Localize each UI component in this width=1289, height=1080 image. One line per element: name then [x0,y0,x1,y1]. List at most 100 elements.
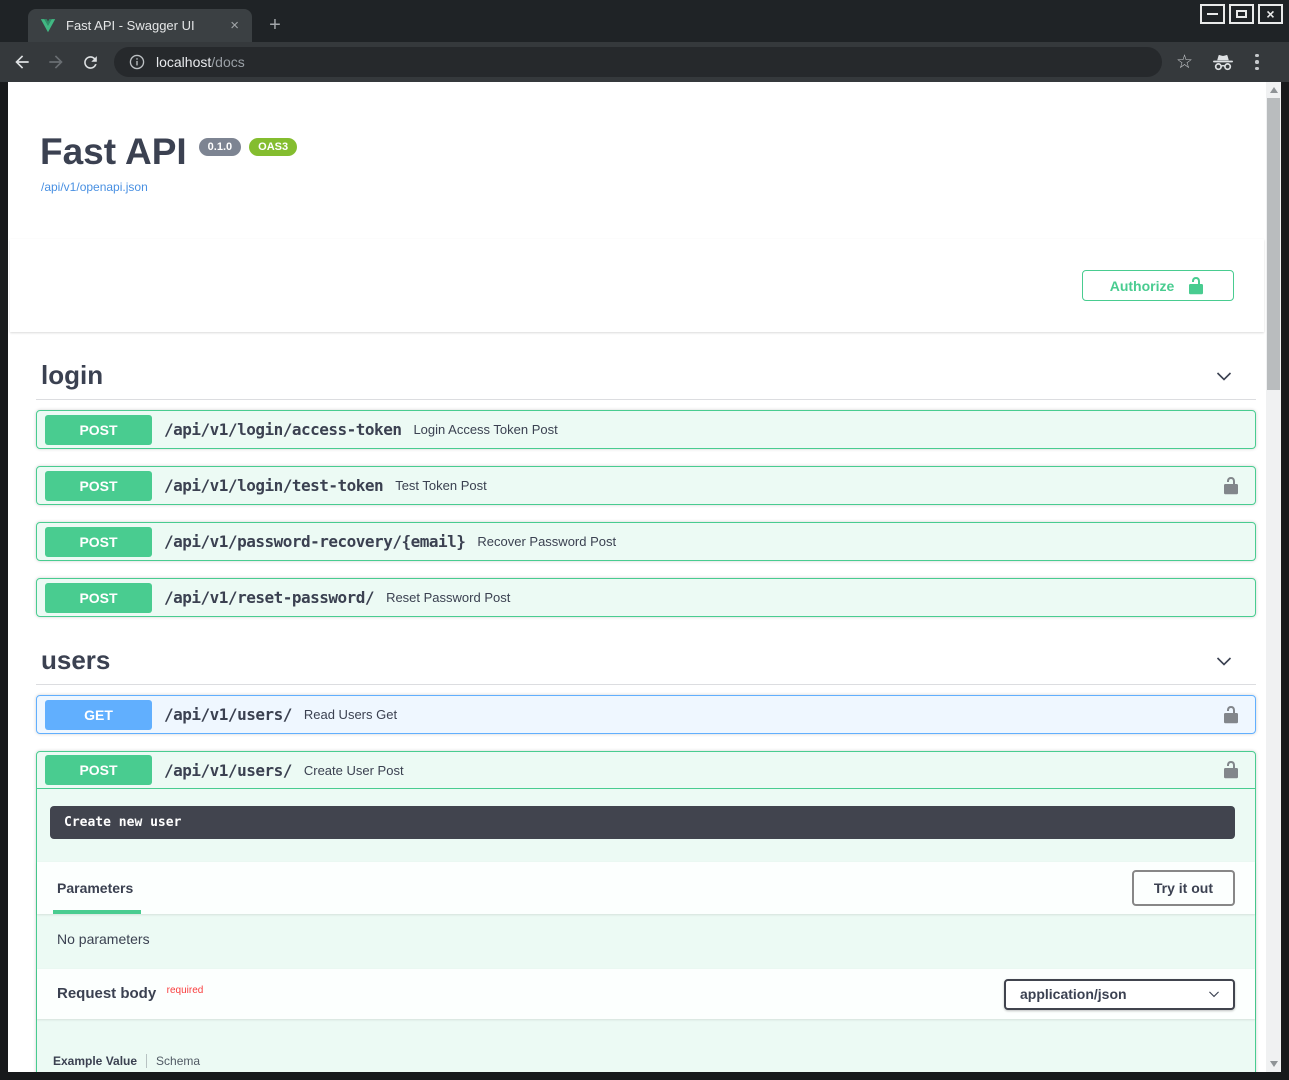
endpoint-path: /api/v1/reset-password/ [164,588,374,607]
authorize-button[interactable]: Authorize [1082,270,1234,301]
active-tab-underline [53,910,141,914]
method-badge: POST [45,583,152,613]
operation-create-user-expanded: POST /api/v1/users/ Create User Post Cre… [36,751,1256,1072]
operation-header[interactable]: POST /api/v1/users/ Create User Post [37,752,1255,789]
scrollbar-thumb[interactable] [1267,98,1280,390]
parameters-title: Parameters [57,880,133,896]
operation-row[interactable]: GET /api/v1/users/ Read Users Get [36,695,1256,734]
endpoint-summary: Create User Post [304,763,1221,778]
method-badge: POST [45,755,152,785]
api-info: Fast API 0.1.0 OAS3 /api/v1/openapi.json [40,130,1266,196]
bookmark-star-icon[interactable]: ☆ [1176,53,1193,72]
parameters-header: Parameters Try it out [37,862,1255,914]
content-type-value: application/json [1020,986,1127,1002]
toolbar-actions: ☆ [1176,52,1261,73]
close-button[interactable]: × [1258,4,1283,24]
authorize-label: Authorize [1110,278,1175,294]
url-bar[interactable]: localhost/docs [114,47,1162,77]
section-title: users [41,645,110,676]
section-login-header[interactable]: login [36,358,1256,400]
unlock-icon [1186,276,1206,296]
incognito-icon [1211,54,1235,71]
url-host: localhost [156,54,211,70]
endpoint-summary: Read Users Get [304,707,1221,722]
request-body-title: Request body [57,985,156,1002]
operation-row[interactable]: POST /api/v1/reset-password/ Reset Passw… [36,578,1256,617]
favicon-v-icon [40,18,56,33]
browser-tab[interactable]: Fast API - Swagger UI × [28,9,252,42]
back-button[interactable] [10,50,34,74]
operation-description: Create new user [50,806,1235,839]
operation-row[interactable]: POST /api/v1/password-recovery/{email} R… [36,522,1256,561]
endpoint-summary: Login Access Token Post [413,422,1221,437]
request-body-title-wrap: Request body required [57,985,203,1003]
scroll-down-icon [1270,1061,1278,1067]
model-example-tabs: Example Value Schema [53,1054,1235,1068]
tab-example-value[interactable]: Example Value [53,1054,137,1068]
content-type-select[interactable]: application/json [1004,979,1235,1010]
auth-lock-button[interactable] [1221,705,1241,725]
vertical-scrollbar[interactable] [1266,82,1281,1072]
tab-separator [146,1054,147,1068]
unlock-icon [1221,760,1241,780]
section-login: login POST /api/v1/login/access-token Lo… [36,358,1256,617]
unlock-icon [1221,705,1241,725]
browser-menu-button[interactable] [1253,52,1261,73]
required-flag: required [167,985,204,996]
scroll-up-button[interactable] [1266,82,1281,98]
auth-lock-button[interactable] [1221,760,1241,780]
method-badge: POST [45,527,152,557]
section-title: login [41,360,103,391]
method-badge: POST [45,471,152,501]
section-login-operations: POST /api/v1/login/access-token Login Ac… [36,400,1256,617]
scroll-down-button[interactable] [1266,1056,1281,1072]
window-controls: × [1200,4,1283,24]
operation-row[interactable]: POST /api/v1/login/test-token Test Token… [36,466,1256,505]
close-icon: × [1266,7,1274,21]
forward-arrow-icon [46,52,66,72]
maximize-icon [1236,10,1247,18]
endpoint-path: /api/v1/login/test-token [164,476,383,495]
oas3-badge: OAS3 [249,138,297,156]
chevron-down-icon[interactable] [1214,651,1234,671]
browser-toolbar: localhost/docs ☆ [0,42,1289,82]
minimize-button[interactable] [1200,4,1225,24]
operations-wrapper: login POST /api/v1/login/access-token Lo… [8,358,1266,1072]
url-path: /docs [211,54,244,70]
tab-close-icon[interactable]: × [227,18,242,33]
endpoint-path: /api/v1/password-recovery/{email} [164,532,465,551]
maximize-button[interactable] [1229,4,1254,24]
endpoint-summary: Recover Password Post [477,534,1221,549]
openapi-spec-link[interactable]: /api/v1/openapi.json [41,180,148,194]
browser-window: Fast API - Swagger UI × + × localhost/do… [0,0,1289,1080]
scheme-container: Authorize [10,239,1264,332]
section-users-header[interactable]: users [36,643,1256,685]
try-it-out-button[interactable]: Try it out [1132,870,1235,906]
site-info-icon[interactable] [128,53,146,71]
new-tab-button[interactable]: + [262,12,288,38]
endpoint-path: /api/v1/users/ [164,705,292,724]
version-badge: 0.1.0 [199,138,241,156]
back-arrow-icon [12,52,32,72]
method-badge: GET [45,700,152,730]
chevron-down-icon[interactable] [1214,366,1234,386]
reload-icon [81,53,100,72]
reload-button[interactable] [78,50,102,74]
method-badge: POST [45,415,152,445]
minimize-icon [1207,13,1218,15]
operation-row[interactable]: POST /api/v1/login/access-token Login Ac… [36,410,1256,449]
page-title: Fast API [40,130,187,174]
endpoint-summary: Test Token Post [395,478,1221,493]
tab-title: Fast API - Swagger UI [66,18,227,33]
forward-button[interactable] [44,50,68,74]
endpoint-path: /api/v1/login/access-token [164,420,401,439]
request-body-header: Request body required application/json [37,969,1255,1019]
scroll-up-icon [1270,87,1278,93]
tab-schema[interactable]: Schema [156,1054,200,1068]
titlebar: Fast API - Swagger UI × + × [0,0,1289,42]
auth-lock-button[interactable] [1221,476,1241,496]
url-text: localhost/docs [156,54,245,70]
operation-body: Create new user Parameters Try it out No… [37,806,1255,1072]
unlock-icon [1221,476,1241,496]
section-users: users GET /api/v1/users/ Read Users Get … [36,643,1256,1072]
